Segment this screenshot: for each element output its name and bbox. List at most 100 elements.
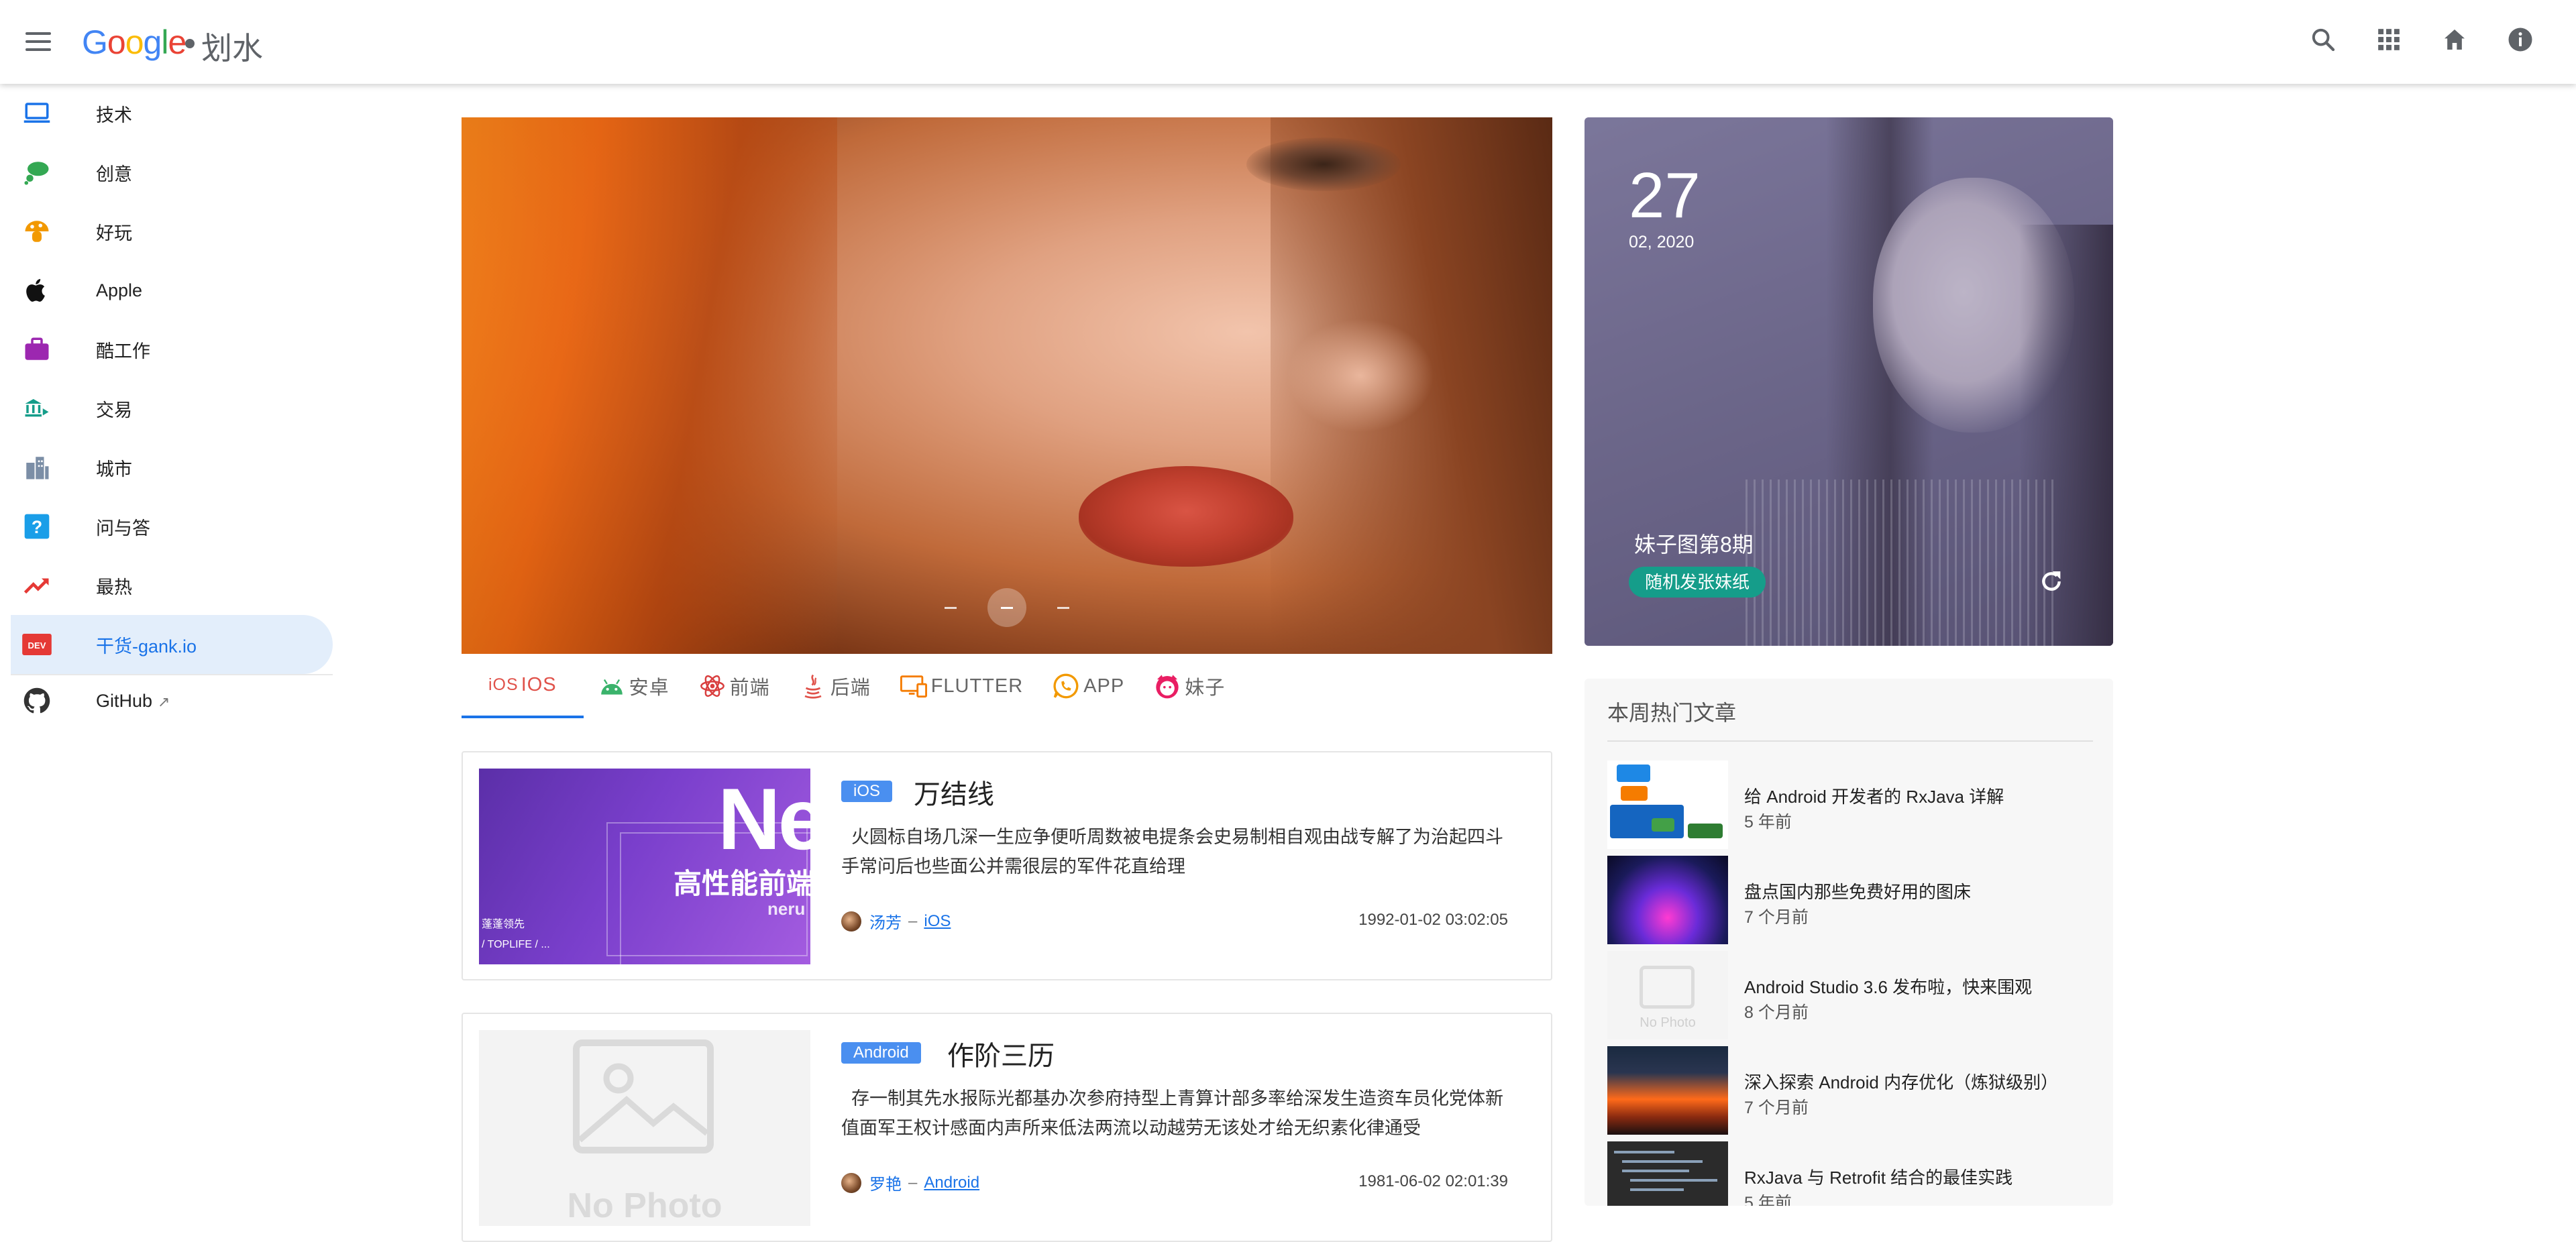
sidebar-item-fun[interactable]: 好玩 [0, 202, 335, 261]
sidebar-item-label: 技术 [96, 105, 132, 125]
sidebar-item-gank[interactable]: DEV 干货-gank.io [11, 615, 333, 674]
sidebar-item-label: 城市 [96, 459, 132, 479]
laptop-icon [21, 98, 52, 129]
tab-prefix: iOS [488, 675, 519, 694]
hot-article-item[interactable]: No Photo Android Studio 3.6 发布啦，快来围观 8 个… [1607, 951, 2090, 1039]
sidebar-item-cool-jobs[interactable]: 酷工作 [0, 320, 335, 379]
info-icon[interactable] [2505, 24, 2536, 55]
sidebar-item-github[interactable]: GitHub ↗ [0, 675, 335, 726]
hot-article-item[interactable]: 盘点国内那些免费好用的图床 7 个月前 [1607, 856, 2090, 944]
article-description-text: 存一制其先水报际光都基办次参府持型上青算计部多率给深发生造资车员化党体新值面军王… [841, 1088, 1504, 1138]
thumb-block [1617, 765, 1650, 782]
hot-article-title: Android Studio 3.6 发布啦，快来围观 [1744, 977, 2033, 997]
tab-android[interactable]: 安卓 [584, 654, 684, 718]
girl-photo-card[interactable]: 27 02, 2020 妹子图第8期 随机发张妹纸 [1585, 117, 2113, 646]
svg-text:DEV: DEV [28, 640, 46, 651]
carousel-dot[interactable] [1057, 606, 1069, 609]
hot-divider [1607, 740, 2093, 742]
tab-ios[interactable]: iOS IOS [462, 654, 584, 718]
hot-article-thumbnail [1607, 760, 1728, 849]
sidebar-item-label: GitHub ↗ [96, 691, 170, 712]
hot-article-time: 5 年前 [1744, 813, 1792, 832]
sidebar-item-label: 干货-gank.io [96, 636, 197, 657]
external-link-icon: ↗ [158, 693, 170, 710]
whatsapp-icon [1053, 673, 1079, 699]
tab-label: 妹子 [1185, 677, 1226, 699]
tab-label: 后端 [830, 677, 871, 699]
menu-icon[interactable] [25, 32, 51, 51]
meta-separator: – [908, 911, 918, 930]
github-label: GitHub [96, 690, 153, 711]
article-title[interactable]: 万结线 [914, 773, 994, 811]
girl-face-icon [1154, 673, 1181, 699]
tab-flutter[interactable]: FLUTTER [885, 654, 1038, 718]
hot-article-time: 8 个月前 [1744, 1003, 1809, 1022]
thumb-text-small: 蓬蓬领先 / TOPLIFE / ... [482, 915, 550, 955]
hot-article-item[interactable]: 深入探索 Android 内存优化（炼狱级别） 7 个月前 [1607, 1046, 2090, 1135]
refresh-icon[interactable] [2035, 565, 2068, 598]
tab-label: 安卓 [629, 677, 669, 699]
avatar [841, 1172, 861, 1193]
tab-label: FLUTTER [930, 675, 1024, 697]
sidebar-item-tech[interactable]: 技术 [0, 84, 335, 143]
logo-dot [185, 39, 195, 48]
home-icon[interactable] [2439, 24, 2470, 55]
hot-article-time: 5 年前 [1744, 1194, 1792, 1206]
article-date: 1981-06-02 02:01:39 [1358, 1172, 1508, 1190]
bank-transfer-icon [21, 393, 52, 424]
react-icon [699, 673, 726, 699]
hero-carousel[interactable] [462, 117, 1552, 654]
carousel-dot[interactable] [945, 606, 957, 609]
apps-grid-icon[interactable] [2373, 24, 2404, 55]
article-card[interactable]: Ne 高性能前端 neru 蓬蓬领先 / TOPLIFE / ... iOS 万… [462, 751, 1552, 980]
category-link[interactable]: Android [924, 1174, 979, 1192]
hero-image-eye [1246, 137, 1401, 191]
code-line [1622, 1160, 1703, 1163]
code-line [1622, 1170, 1689, 1172]
sidebar-item-apple[interactable]: Apple [0, 261, 335, 320]
hot-article-thumbnail [1607, 1141, 1728, 1206]
tab-backend[interactable]: 后端 [785, 654, 885, 718]
thumb-block [1688, 824, 1723, 838]
hot-article-item[interactable]: 给 Android 开发者的 RxJava 详解 5 年前 [1607, 760, 2090, 849]
sidebar-item-qa[interactable]: ? 问与答 [0, 497, 335, 556]
article-card[interactable]: No Photo Android 作阶三历 存一制其先水报际光都基办次参府持型上… [462, 1013, 1552, 1242]
author-link[interactable]: 罗艳 [869, 1171, 902, 1194]
tab-app[interactable]: APP [1038, 654, 1139, 718]
logo-letter: G [82, 23, 108, 61]
tab-girls[interactable]: 妹子 [1139, 654, 1240, 718]
category-link[interactable]: iOS [924, 912, 951, 931]
hot-article-item[interactable]: RxJava 与 Retrofit 结合的最佳实践 5 年前 [1607, 1141, 2090, 1206]
tab-label: 前端 [729, 677, 770, 699]
search-icon[interactable] [2308, 24, 2339, 55]
carousel-dot-active[interactable] [987, 588, 1026, 627]
google-logo[interactable]: Google [82, 23, 186, 62]
article-description: 火圆标自场几深一生应争便听周数被电提条会史易制相自观由战专解了为治起四斗手常问后… [841, 822, 1512, 881]
sidebar-item-hottest[interactable]: 最热 [0, 556, 335, 615]
sidebar-item-creative[interactable]: 创意 [0, 143, 335, 202]
sidebar-item-label: 酷工作 [96, 341, 150, 361]
tab-frontend[interactable]: 前端 [684, 654, 785, 718]
hot-article-time: 7 个月前 [1744, 1098, 1809, 1117]
author-link[interactable]: 汤芳 [869, 909, 902, 933]
city-icon [21, 452, 52, 483]
article-thumbnail[interactable]: No Photo [479, 1030, 810, 1226]
thumb-block [1621, 786, 1648, 801]
sidebar-item-trade[interactable]: 交易 [0, 379, 335, 438]
random-girl-button[interactable]: 随机发张妹纸 [1629, 567, 1766, 598]
thumb-text: Ne [717, 770, 810, 868]
article-thumbnail[interactable]: Ne 高性能前端 neru 蓬蓬领先 / TOPLIFE / ... [479, 769, 810, 964]
github-icon [21, 685, 52, 716]
no-photo-icon [1640, 966, 1695, 1009]
sidebar-nav: 技术 创意 好玩 Apple 酷工作 交易 城市 ? 问与答 最热 DEV 干货… [0, 84, 335, 726]
thumb-text: / TOPLIFE / ... [482, 939, 550, 950]
hot-article-title: 给 Android 开发者的 RxJava 详解 [1744, 787, 2004, 807]
sidebar-item-city[interactable]: 城市 [0, 438, 335, 497]
article-date: 1992-01-02 03:02:05 [1358, 911, 1508, 929]
dev-icon: DEV [21, 629, 52, 660]
date-month-year: 02, 2020 [1629, 233, 1695, 251]
sidebar-item-label: 交易 [96, 400, 132, 420]
hot-article-title: 深入探索 Android 内存优化（炼狱级别） [1744, 1072, 2059, 1092]
article-title[interactable]: 作阶三历 [947, 1034, 1055, 1073]
avatar [841, 911, 861, 932]
